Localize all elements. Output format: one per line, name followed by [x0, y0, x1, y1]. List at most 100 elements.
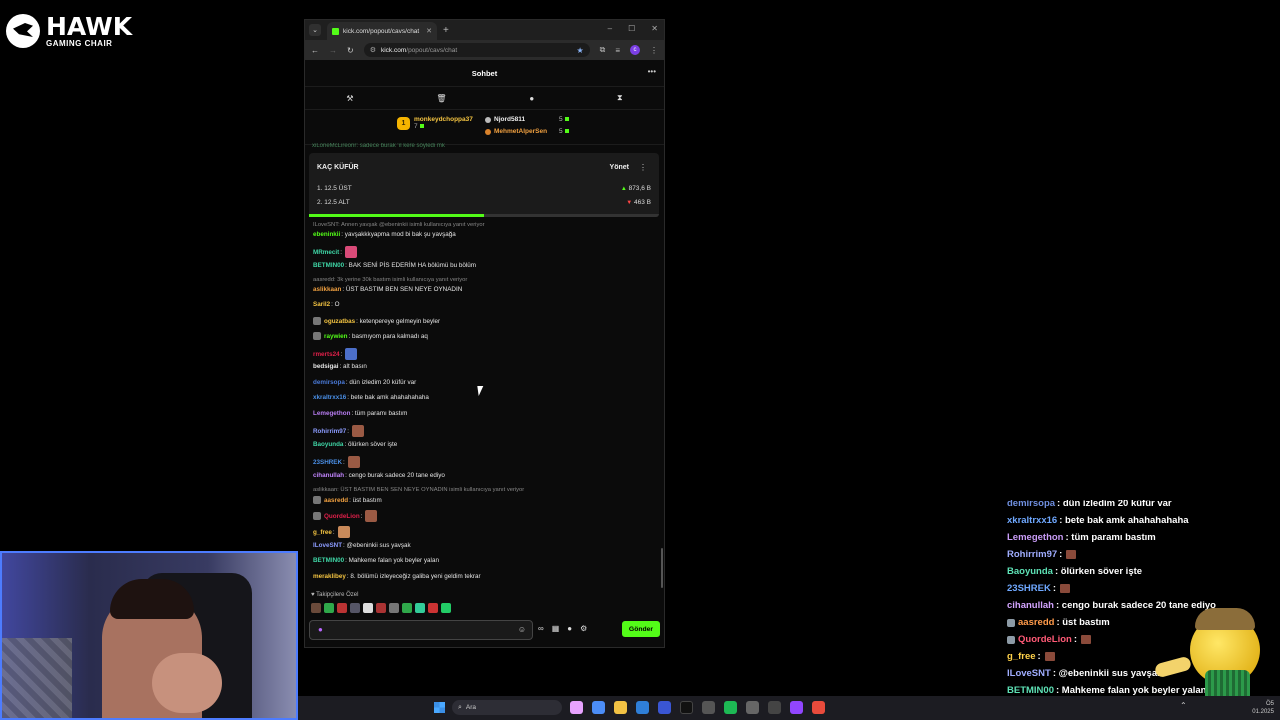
- system-clock[interactable]: Ö5 01.2025: [1252, 700, 1274, 716]
- obs-icon[interactable]: [746, 701, 759, 714]
- chat-username[interactable]: rmerts24: [313, 351, 340, 358]
- taskbar: ⌕ Ara ⌃ Ö5 01.2025: [298, 696, 1280, 720]
- edge-icon[interactable]: [636, 701, 649, 714]
- chrome-alt-icon[interactable]: [812, 701, 825, 714]
- chat-username[interactable]: Baoyunda: [313, 441, 343, 448]
- leaderboard-second[interactable]: Njord5811 5: [485, 114, 575, 126]
- leaderboard-third[interactable]: MehmetAlperSen 5: [485, 126, 575, 138]
- emote-2[interactable]: [324, 603, 334, 613]
- chat-username[interactable]: Lemegethon: [313, 410, 350, 417]
- calendar-icon[interactable]: ▦: [552, 624, 560, 633]
- emote-6[interactable]: [376, 603, 386, 613]
- reload-icon[interactable]: ↻: [347, 46, 354, 55]
- copilot-icon[interactable]: [570, 701, 583, 714]
- chat-username[interactable]: raywien: [324, 333, 347, 340]
- overlay-username: Lemegethon: [1007, 532, 1064, 543]
- tab-search-button[interactable]: ⌄: [309, 24, 321, 36]
- chat-more-icon[interactable]: •••: [648, 67, 656, 76]
- chat-username[interactable]: xkraltrxx16: [313, 394, 346, 401]
- chat-username[interactable]: 23SHREK: [313, 459, 342, 466]
- chat-emote-icon: [365, 510, 378, 522]
- emote-quick-row: [311, 603, 451, 613]
- gamepad-icon[interactable]: [768, 701, 781, 714]
- chat-username[interactable]: meraklibey: [313, 573, 346, 580]
- leaderboard-first[interactable]: 1 monkeydchoppa37 7: [397, 116, 473, 130]
- chat-username[interactable]: aslikkaan: [313, 286, 341, 293]
- tiktok-icon[interactable]: [680, 701, 693, 714]
- poll-amount-1-value: 873,6 B: [628, 185, 651, 192]
- chat-username[interactable]: Rohirrim97: [313, 428, 346, 435]
- new-tab-icon[interactable]: +: [443, 25, 449, 36]
- chat-message: demirsopa: dün izledim 20 küfür var: [313, 379, 416, 386]
- discord-icon[interactable]: [658, 701, 671, 714]
- bookmark-star-icon[interactable]: ★: [576, 46, 583, 55]
- app-icon[interactable]: [702, 701, 715, 714]
- emote-8[interactable]: [402, 603, 412, 613]
- taskbar-apps: [570, 701, 825, 714]
- chat-username[interactable]: oguzatbas: [324, 318, 355, 325]
- chat-username[interactable]: bedsigai: [313, 363, 339, 370]
- webcam-streamer-hair: [110, 579, 194, 619]
- send-button[interactable]: Gönder: [622, 621, 660, 637]
- close-window-icon[interactable]: ✕: [651, 24, 658, 33]
- site-info-icon[interactable]: ⚙: [370, 46, 376, 54]
- emote-5[interactable]: [363, 603, 373, 613]
- spotify-icon[interactable]: [724, 701, 737, 714]
- windows-start-icon[interactable]: [434, 702, 445, 713]
- stream-link-icon[interactable]: ∞: [538, 624, 544, 633]
- chat-scrollbar[interactable]: [661, 548, 663, 588]
- poll-more-icon[interactable]: ⋮: [639, 163, 647, 172]
- poll-option-1[interactable]: 1. 12.5 ÜST: [317, 185, 352, 192]
- chat-username[interactable]: cihanullah: [313, 472, 344, 479]
- trash-icon[interactable]: 🗑: [436, 94, 446, 103]
- user-badge-icon: [313, 317, 321, 325]
- emoji-icon[interactable]: ☺: [518, 625, 526, 634]
- emote-9[interactable]: [415, 603, 425, 613]
- chat-username[interactable]: g_free: [313, 529, 332, 536]
- tab-close-icon[interactable]: ✕: [426, 27, 432, 35]
- chat-username[interactable]: MRmecit: [313, 249, 339, 256]
- browser-menu-icon[interactable]: ⋮: [650, 46, 658, 55]
- chat-message: BETMIN00: BAK SENİ PİS EDERİM HA bölümü …: [313, 262, 476, 269]
- follower-note-text: Takipçilere Özel: [316, 592, 359, 598]
- chat-username[interactable]: BETMIN00: [313, 557, 344, 564]
- address-bar[interactable]: ⚙ kick.com /popout/cavs/chat ★: [363, 43, 590, 57]
- emote-4[interactable]: [350, 603, 360, 613]
- profile-avatar[interactable]: c: [630, 45, 640, 55]
- chat-username[interactable]: Saril2: [313, 301, 330, 308]
- microphone-icon[interactable]: ●: [318, 625, 323, 634]
- chat-bubble-icon[interactable]: ●: [529, 94, 534, 103]
- hawk-logo-icon: [6, 14, 40, 48]
- twitch-icon[interactable]: [790, 701, 803, 714]
- chat-username[interactable]: QuordeLion: [324, 513, 360, 520]
- taskbar-search[interactable]: ⌕ Ara: [452, 700, 562, 715]
- chat-settings-bubble-icon[interactable]: ●: [567, 624, 572, 633]
- emote-11[interactable]: [441, 603, 451, 613]
- chat-username[interactable]: aasredd: [324, 497, 348, 504]
- settings-gear-icon[interactable]: ⚙: [580, 624, 587, 633]
- poll-manage-button[interactable]: Yönet: [610, 164, 629, 171]
- browser-tab[interactable]: kick.com/popout/cavs/chat ✕: [327, 22, 437, 40]
- hourglass-icon[interactable]: ⧗: [617, 93, 623, 103]
- maximize-icon[interactable]: ☐: [628, 24, 635, 33]
- ban-hammer-icon[interactable]: ⚒: [346, 94, 353, 103]
- chrome-icon[interactable]: [592, 701, 605, 714]
- media-icon[interactable]: ≡: [615, 46, 620, 55]
- file-explorer-icon[interactable]: [614, 701, 627, 714]
- emote-10[interactable]: [428, 603, 438, 613]
- rank-badge: 1: [397, 116, 410, 130]
- extensions-icon[interactable]: ⧉: [600, 45, 606, 55]
- emote-1[interactable]: [311, 603, 321, 613]
- chat-input[interactable]: ● ☺: [309, 620, 533, 640]
- poll-option-2[interactable]: 2. 12.5 ALT: [317, 199, 350, 206]
- tray-expand-icon[interactable]: ⌃: [1180, 701, 1187, 710]
- chat-username[interactable]: demirsopa: [313, 379, 345, 386]
- chat-username[interactable]: ebeninkii: [313, 231, 340, 238]
- back-icon[interactable]: ←: [311, 46, 319, 55]
- emote-3[interactable]: [337, 603, 347, 613]
- chat-username[interactable]: BETMIN00: [313, 262, 344, 269]
- forward-icon[interactable]: →: [329, 46, 337, 55]
- chat-username[interactable]: ILoveSNT: [313, 542, 342, 549]
- minimize-icon[interactable]: –: [608, 24, 612, 33]
- emote-7[interactable]: [389, 603, 399, 613]
